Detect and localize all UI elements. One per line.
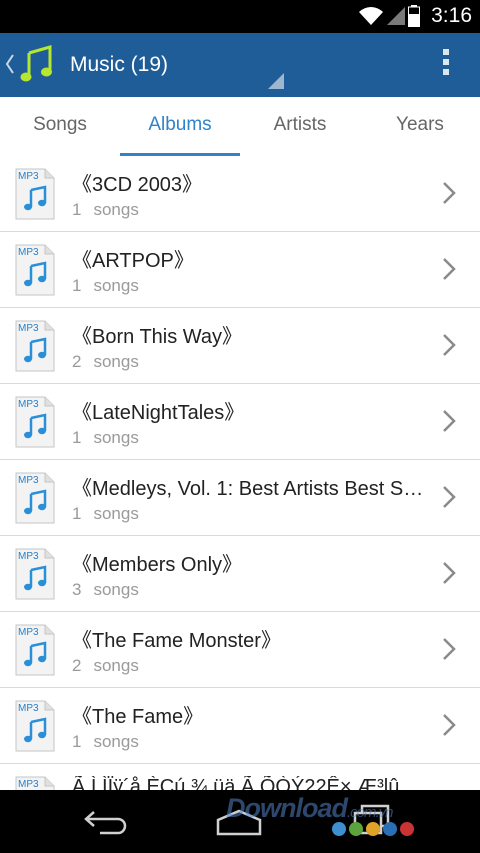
chevron-right-icon bbox=[443, 638, 456, 660]
tab-albums[interactable]: Albums bbox=[120, 97, 240, 158]
tab-songs[interactable]: Songs bbox=[0, 97, 120, 157]
mp3-file-icon bbox=[15, 472, 55, 524]
album-list: 《3CD 2003》 1 songs 《ARTPOP》 1 songs 《Born … bbox=[0, 156, 480, 790]
chevron-right-icon bbox=[443, 334, 456, 356]
mp3-file-icon bbox=[15, 624, 55, 676]
mp3-file-icon bbox=[15, 700, 55, 752]
tab-bar: Songs Albums Artists Years bbox=[0, 97, 480, 158]
album-title: 《The Fame》 bbox=[72, 706, 204, 728]
status-time: 3:16 bbox=[431, 4, 472, 27]
album-list-item[interactable]: 《LateNightTales》 1 songs bbox=[0, 384, 480, 460]
wifi-icon bbox=[359, 7, 383, 25]
chevron-right-icon bbox=[443, 714, 456, 736]
chevron-left-icon[interactable] bbox=[4, 53, 16, 75]
album-title: 《LateNightTales》 bbox=[72, 402, 245, 424]
album-song-count: 3 songs bbox=[72, 580, 139, 599]
action-bar: Music (19) bbox=[0, 33, 480, 97]
mp3-file-icon bbox=[15, 244, 55, 296]
action-bar-title[interactable]: Music (19) bbox=[70, 53, 168, 77]
album-song-count: 1 songs bbox=[72, 732, 139, 751]
back-arrow-icon[interactable] bbox=[82, 808, 130, 836]
album-list-item[interactable]: 《Born This Way》 2 songs bbox=[0, 308, 480, 384]
battery-icon bbox=[408, 5, 420, 27]
album-list-item[interactable]: 《Medleys, Vol. 1: Best Artists Best Song… bbox=[0, 460, 480, 536]
album-song-count: 1 songs bbox=[72, 200, 139, 219]
mp3-file-icon bbox=[15, 396, 55, 448]
mp3-file-icon bbox=[15, 548, 55, 600]
mp3-file-icon bbox=[15, 320, 55, 372]
album-title: Ã Ì ÌÏÿ´å ÈÇú ¾ üä Ã ÕÒÝ22Ê× Æ³lû bbox=[72, 776, 400, 790]
album-title: 《The Fame Monster》 bbox=[72, 630, 281, 652]
chevron-right-icon bbox=[443, 486, 456, 508]
overflow-menu-icon[interactable] bbox=[442, 49, 450, 79]
album-list-item[interactable]: 《The Fame Monster》 2 songs bbox=[0, 612, 480, 688]
status-bar: 3:16 bbox=[0, 0, 480, 33]
album-title: 《Born This Way》 bbox=[72, 326, 243, 348]
album-song-count: 2 songs bbox=[72, 352, 139, 371]
tab-artists[interactable]: Artists bbox=[240, 97, 360, 157]
dropdown-indicator-icon bbox=[268, 73, 284, 89]
watermark-dots bbox=[332, 822, 414, 836]
signal-icon bbox=[387, 7, 405, 25]
album-song-count: 2 songs bbox=[72, 656, 139, 675]
album-title: 《ARTPOP》 bbox=[72, 250, 194, 272]
album-title: 《Members Only》 bbox=[72, 554, 243, 576]
album-list-item[interactable]: 《The Fame》 1 songs bbox=[0, 688, 480, 764]
music-note-icon[interactable] bbox=[20, 45, 54, 83]
album-list-item[interactable]: 《Members Only》 3 songs bbox=[0, 536, 480, 612]
chevron-right-icon bbox=[443, 258, 456, 280]
album-song-count: 1 songs bbox=[72, 276, 139, 295]
album-title: 《Medleys, Vol. 1: Best Artists Best Song… bbox=[72, 478, 424, 500]
album-song-count: 1 songs bbox=[72, 504, 139, 523]
chevron-right-icon bbox=[443, 562, 456, 584]
album-list-item[interactable]: Ã Ì ÌÏÿ´å ÈÇú ¾ üä Ã ÕÒÝ22Ê× Æ³lû bbox=[0, 764, 480, 790]
album-list-item[interactable]: 《ARTPOP》 1 songs bbox=[0, 232, 480, 308]
tab-years[interactable]: Years bbox=[360, 97, 480, 157]
chevron-right-icon bbox=[443, 182, 456, 204]
album-song-count: 1 songs bbox=[72, 428, 139, 447]
album-list-item[interactable]: 《3CD 2003》 1 songs bbox=[0, 156, 480, 232]
mp3-file-icon bbox=[15, 168, 55, 220]
album-title: 《3CD 2003》 bbox=[72, 174, 203, 196]
chevron-right-icon bbox=[443, 410, 456, 432]
watermark-logo: Download.com.vn bbox=[226, 793, 394, 823]
mp3-file-icon bbox=[15, 776, 55, 790]
